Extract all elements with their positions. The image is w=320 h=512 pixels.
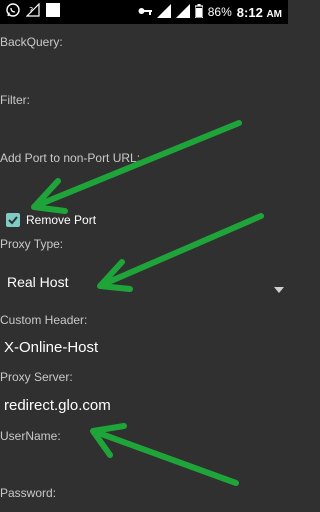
checkbox-checked-icon[interactable] bbox=[6, 213, 20, 227]
battery-percent: 86% bbox=[207, 5, 232, 19]
custom-header-field[interactable]: X-Online-Host bbox=[4, 339, 98, 356]
battery-icon bbox=[194, 3, 204, 21]
custom-header-label: Custom Header: bbox=[0, 313, 88, 327]
svg-text:?: ? bbox=[29, 6, 33, 15]
whatsapp-icon bbox=[6, 2, 20, 22]
signal-icon-1 bbox=[156, 3, 171, 21]
clock-suffix: AM bbox=[266, 8, 282, 20]
status-bar: ? 86% 8:12 AM bbox=[0, 0, 288, 24]
proxy-type-label: Proxy Type: bbox=[0, 237, 64, 251]
no-signal-icon: ? bbox=[25, 2, 40, 22]
clock-time: 8:12 bbox=[236, 4, 263, 20]
add-port-label: Add Port to non-Port URL: bbox=[0, 151, 141, 165]
username-label: UserName: bbox=[0, 429, 61, 443]
proxy-server-label: Proxy Server: bbox=[0, 370, 73, 384]
back-query-label: BackQuery: bbox=[0, 35, 63, 49]
proxy-type-dropdown[interactable]: Real Host bbox=[0, 268, 288, 298]
clock: 8:12 AM bbox=[237, 5, 282, 20]
settings-form: BackQuery: Filter: Add Port to non-Port … bbox=[0, 24, 288, 512]
signal-icon-2 bbox=[175, 3, 190, 21]
password-label: Password: bbox=[0, 486, 57, 500]
remove-port-label: Remove Port bbox=[26, 213, 97, 227]
filter-label: Filter: bbox=[0, 93, 30, 107]
remove-port-checkbox[interactable]: Remove Port bbox=[6, 211, 96, 229]
proxy-type-value: Real Host bbox=[7, 274, 69, 290]
dropdown-arrow-icon bbox=[274, 280, 284, 298]
key-icon bbox=[138, 5, 152, 19]
proxy-server-field[interactable]: redirect.glo.com bbox=[4, 397, 111, 414]
image-icon bbox=[46, 2, 60, 22]
